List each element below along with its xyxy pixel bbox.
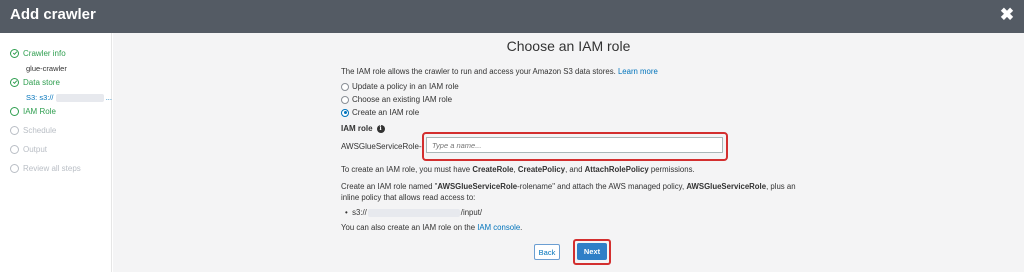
modal-title: Add crawler xyxy=(10,6,96,23)
step-label: Schedule xyxy=(23,125,57,135)
intro-text: The IAM role allows the crawler to run a… xyxy=(341,67,658,76)
modal-header: Add crawler ✖ xyxy=(0,0,1024,33)
s3-path-prefix: S3: s3:// xyxy=(26,93,54,102)
role-prefix: AWSGlueServiceRole- xyxy=(341,142,422,151)
back-button[interactable]: Back xyxy=(534,244,560,260)
redacted-bucket xyxy=(367,208,460,217)
step-crawler-info[interactable]: Crawler info xyxy=(10,47,66,59)
step-label: IAM Role xyxy=(23,106,56,116)
steps-sidebar: Crawler info glue-crawler Data store S3:… xyxy=(0,33,112,272)
redacted-bucket xyxy=(55,94,104,103)
permissions-text: To create an IAM role, you must have Cre… xyxy=(341,165,695,174)
check-icon xyxy=(10,48,19,58)
step-schedule: Schedule xyxy=(10,124,56,136)
console-text: You can also create an IAM role on the I… xyxy=(341,223,523,232)
main-panel: Choose an IAM role The IAM role allows t… xyxy=(113,33,1024,272)
step-crawler-info-value: glue-crawler xyxy=(26,64,67,73)
step-output: Output xyxy=(10,143,47,155)
info-icon[interactable]: i xyxy=(376,124,385,133)
role-name-input[interactable] xyxy=(426,137,723,153)
option-create-role[interactable]: Create an IAM role xyxy=(341,108,419,117)
radio-button[interactable] xyxy=(341,95,349,104)
step-label: Crawler info xyxy=(23,48,66,58)
circle-icon xyxy=(10,125,19,135)
step-label: Output xyxy=(23,144,48,154)
iam-role-label-row: IAM role i xyxy=(341,124,385,133)
option-choose-existing[interactable]: Choose an existing IAM role xyxy=(341,95,452,104)
option-update-policy[interactable]: Update a policy in an IAM role xyxy=(341,82,459,91)
radio-button[interactable] xyxy=(341,82,349,91)
circle-icon xyxy=(10,144,19,154)
s3-path-bullet: • s3:// /input/ xyxy=(345,208,482,217)
close-icon[interactable]: ✖ xyxy=(999,6,1015,24)
step-label: Review all steps xyxy=(23,163,81,173)
radio-button-selected[interactable] xyxy=(341,108,349,117)
option-label: Update a policy in an IAM role xyxy=(352,82,459,91)
s3-path-suffix: /input/ xyxy=(460,208,483,217)
learn-more-link[interactable]: Learn more xyxy=(618,67,658,76)
option-label: Create an IAM role xyxy=(352,108,420,117)
step-data-store-value[interactable]: S3: s3:// ... xyxy=(26,93,112,103)
bullet-dot: • xyxy=(345,208,353,217)
s3-path-prefix: s3:// xyxy=(352,208,367,217)
s3-path-ellipsis: ... xyxy=(105,93,112,102)
check-icon xyxy=(10,77,19,87)
iam-role-label: IAM role xyxy=(341,124,373,133)
next-button[interactable]: Next xyxy=(577,243,607,260)
option-label: Choose an existing IAM role xyxy=(352,95,453,104)
circle-icon xyxy=(10,163,19,173)
circle-icon xyxy=(10,106,19,116)
step-iam-role[interactable]: IAM Role xyxy=(10,105,56,117)
step-label: Data store xyxy=(23,77,60,87)
intro-body: The IAM role allows the crawler to run a… xyxy=(341,67,616,76)
step-review: Review all steps xyxy=(10,162,81,174)
iam-console-link[interactable]: IAM console xyxy=(477,223,520,232)
page-title: Choose an IAM role xyxy=(506,38,631,54)
create-role-text: Create an IAM role named "AWSGlueService… xyxy=(341,182,796,202)
step-data-store[interactable]: Data store xyxy=(10,76,60,88)
